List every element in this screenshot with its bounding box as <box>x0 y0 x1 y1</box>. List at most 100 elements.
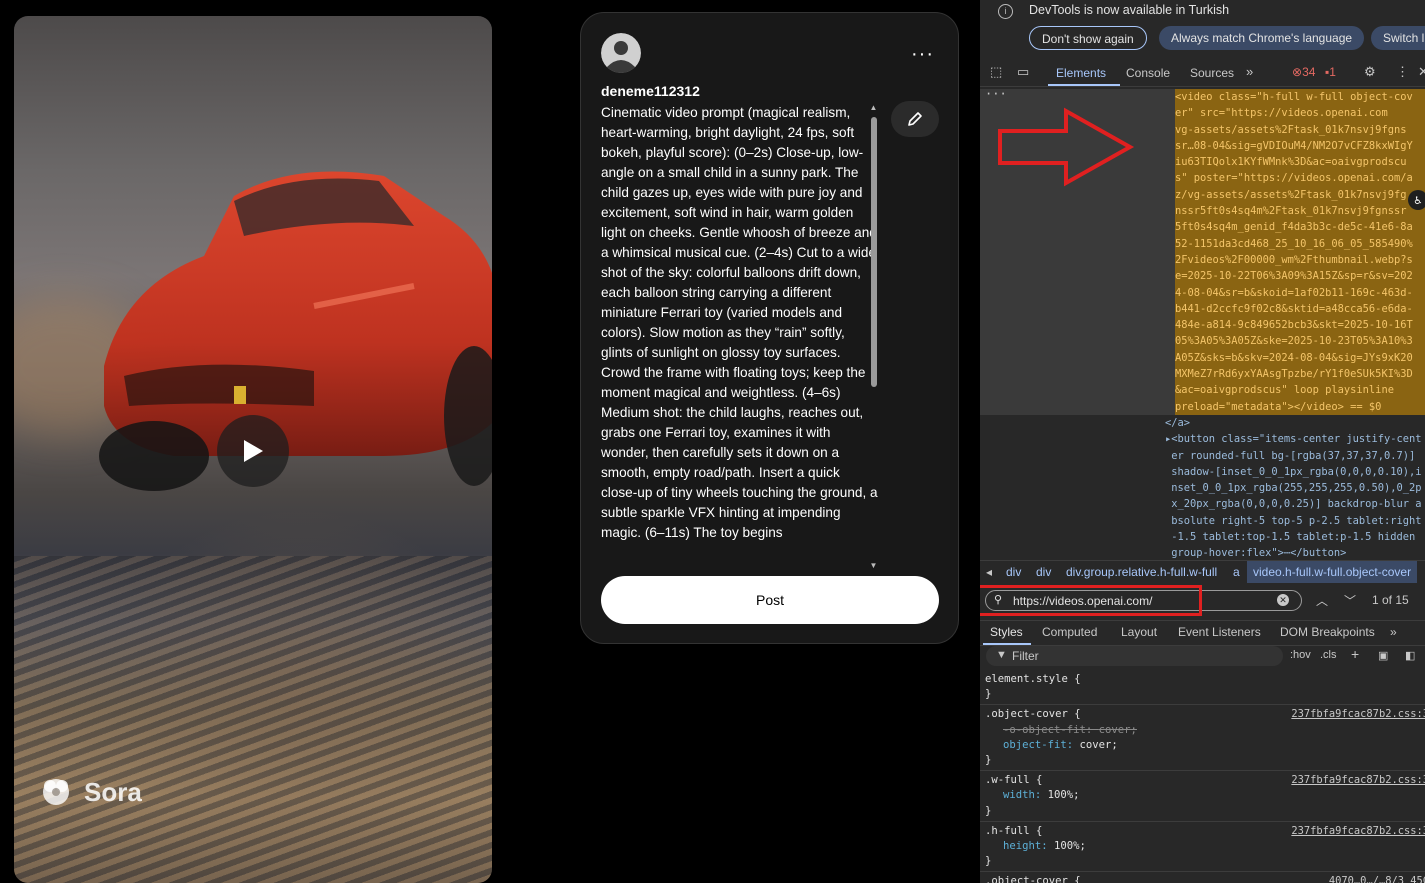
dom-source-line: 4-08-04&sr=b&skoid=1af02b11-169c-463d- <box>1175 284 1425 301</box>
breadcrumb: ◂ div div div.group.relative.h-full.w-fu… <box>980 560 1425 583</box>
info-icon: i <box>998 4 1013 19</box>
edit-prompt-button[interactable] <box>891 101 939 137</box>
tab-layout[interactable]: Layout <box>1121 625 1157 639</box>
dom-source-line: vg-assets/assets%2Ftask_01k7nsvj9fgns <box>1175 121 1425 138</box>
dom-source-line: 05%3A05%3A05Z&ske=2025-10-23T05%3A10%3 <box>1175 333 1425 350</box>
composer-card: ··· deneme112312 Cinematic video prompt … <box>580 12 959 644</box>
dont-show-again-button[interactable]: Don't show again <box>1029 26 1147 50</box>
scroll-up-arrow-icon[interactable]: ▲ <box>868 103 879 113</box>
dom-source-line: s" poster="https://videos.openai.com/a <box>1175 170 1425 187</box>
more-options-button[interactable]: ··· <box>911 43 934 66</box>
infobar-message: DevTools is now available in Turkish <box>1029 3 1230 17</box>
hover-state-toggle[interactable]: :hov <box>1290 649 1311 661</box>
rule-property[interactable]: width: 100%; <box>985 788 1420 803</box>
post-button[interactable]: Post <box>601 576 939 624</box>
rule-close-brace: } <box>985 855 992 868</box>
video-element-source[interactable]: <video class="h-full w-full object-cov er… <box>1175 89 1425 415</box>
styles-filter-row: ▼ Filter :hov .cls + ▣ ◧ <box>980 646 1425 668</box>
active-tab-indicator <box>1048 84 1120 86</box>
close-devtools-icon[interactable]: ✕ <box>1418 64 1425 80</box>
dom-source-line: b441-d2ccfc9f02c8&sktid=a48cca56-e6da- <box>1175 300 1425 318</box>
devtools-panel: i DevTools is now available in Turkish D… <box>980 0 1425 883</box>
dom-following-nodes[interactable]: </a> ▸<button class="items-center justify… <box>1165 415 1425 562</box>
next-match-icon[interactable]: ﹀ <box>1344 592 1356 609</box>
rule-source-link[interactable]: 4070…0…/…8/3 45C <box>1329 874 1425 883</box>
switch-language-button[interactable]: Switch l <box>1371 26 1425 50</box>
toggle-sidebar-icon[interactable]: ◧ <box>1405 649 1415 662</box>
tab-console[interactable]: Console <box>1126 66 1170 80</box>
more-styles-tabs-chevron-icon[interactable]: » <box>1390 625 1397 639</box>
dom-source-line: z/vg-assets/assets%2Ftask_01k7nsvj9fg <box>1175 186 1425 204</box>
dom-source-line: ▸<button class="items-center justify-cen… <box>1165 433 1422 446</box>
style-rule[interactable]: .object-cover {237fbfa9fcac87b2.css:3 -o-… <box>980 705 1425 772</box>
pencil-icon <box>908 112 922 126</box>
prompt-text: Cinematic video prompt (magical realism,… <box>601 105 878 540</box>
accessibility-icon[interactable]: ♿ <box>1408 190 1425 210</box>
dom-source-line: MXMeZ7rRd6yxYAAsgTpzbe/rY1f0eSUk5KI%3D <box>1175 366 1425 383</box>
rule-source-link[interactable]: 237fbfa9fcac87b2.css:3 <box>1291 824 1425 839</box>
filter-icon: ▼ <box>996 649 1007 661</box>
scrollbar-thumb[interactable] <box>871 117 877 387</box>
rule-close-brace: } <box>985 804 992 817</box>
tab-styles[interactable]: Styles <box>990 625 1023 639</box>
dom-source-line: er rounded-full bg-[rgba(37,37,37,0.7)] <box>1165 449 1416 462</box>
new-style-rule-icon[interactable]: + <box>1351 646 1359 662</box>
more-tabs-chevron-icon[interactable]: » <box>1246 64 1253 79</box>
scroll-down-arrow-icon[interactable]: ▼ <box>868 561 879 571</box>
styles-tabbar: Styles Computed Layout Event Listeners D… <box>980 620 1425 646</box>
red-arrow-annotation-icon <box>998 107 1135 187</box>
rule-property[interactable]: object-fit: cover; <box>985 738 1420 753</box>
dom-source-line: e=2025-10-22T06%3A09%3A15Z&sp=r&sv=202 <box>1175 268 1425 285</box>
sora-watermark: Sora <box>40 776 142 808</box>
always-match-language-button[interactable]: Always match Chrome's language <box>1159 26 1365 50</box>
warning-count-badge[interactable]: ▪1 <box>1325 65 1336 79</box>
previous-match-icon[interactable]: ︿ <box>1316 592 1328 609</box>
clear-search-icon[interactable]: ✕ <box>1277 594 1289 606</box>
prompt-scrollbar[interactable]: ▲ ▼ <box>868 103 879 571</box>
avatar[interactable] <box>601 33 641 73</box>
tab-elements[interactable]: Elements <box>1056 66 1106 80</box>
settings-gear-icon[interactable]: ⚙ <box>1364 64 1376 80</box>
rule-property[interactable]: -o-object-fit: cover; <box>985 723 1420 738</box>
breadcrumb-item[interactable]: a <box>1233 565 1240 579</box>
video-player[interactable]: Sora <box>14 16 492 883</box>
rule-close-brace: } <box>985 754 992 767</box>
prompt-text-area[interactable]: Cinematic video prompt (magical realism,… <box>601 103 879 571</box>
play-button[interactable] <box>217 415 289 487</box>
dom-source-line: preload="metadata"></video> == $0 <box>1175 398 1425 415</box>
node-ellipsis-icon[interactable]: ··· <box>985 87 1007 101</box>
tab-sources[interactable]: Sources <box>1190 66 1234 80</box>
inspect-element-icon[interactable]: ⬚ <box>990 64 1002 80</box>
style-rules-list[interactable]: element.style {} .object-cover {237fbfa9f… <box>980 670 1425 883</box>
dom-source-line: nssr5ft0s4sq4m%2Ftask_01k7nsvj9fgnssr <box>1175 203 1425 220</box>
style-rule[interactable]: .object-cover {4070…0…/…8/3 45C <box>980 872 1425 883</box>
style-rule[interactable]: .h-full {237fbfa9fcac87b2.css:3 height: 1… <box>980 822 1425 873</box>
tab-dom-breakpoints[interactable]: DOM Breakpoints <box>1280 625 1375 639</box>
error-count-badge[interactable]: ⊗34 <box>1292 65 1315 79</box>
dom-source-line: sr…08-04&sig=gVDIOuM4/NM2O7vCFZ8kxWIgY <box>1175 137 1425 155</box>
style-rule[interactable]: .w-full {237fbfa9fcac87b2.css:3 width: 10… <box>980 771 1425 822</box>
rule-source-link[interactable]: 237fbfa9fcac87b2.css:3 <box>1291 773 1425 788</box>
dom-source-line: er" src="https://videos.openai.com <box>1175 105 1425 122</box>
tab-computed[interactable]: Computed <box>1042 625 1097 639</box>
breadcrumb-item[interactable]: div <box>1036 565 1051 579</box>
elements-tree[interactable]: ··· <video class="h-full w-full object-c… <box>980 87 1425 560</box>
rule-property[interactable]: height: 100%; <box>985 839 1420 854</box>
dom-source-line: &ac=oaivgprodscus" loop playsinline <box>1175 382 1425 399</box>
rule-source-link[interactable]: 237fbfa9fcac87b2.css:3 <box>1291 707 1425 722</box>
style-rule[interactable]: element.style {} <box>980 670 1425 706</box>
device-toolbar-icon[interactable]: ▭ <box>1017 64 1029 80</box>
styles-filter-input[interactable]: ▼ Filter <box>986 646 1283 666</box>
breadcrumb-item[interactable]: div <box>1006 565 1021 579</box>
tab-event-listeners[interactable]: Event Listeners <box>1178 625 1261 639</box>
class-toggle[interactable]: .cls <box>1320 649 1337 661</box>
dom-source-line: iu63TIQolx1KYfWMnk%3D&ac=oaivgprodscu <box>1175 154 1425 171</box>
user-avatar-icon <box>601 33 641 73</box>
paint-bucket-icon[interactable]: ▣ <box>1378 649 1388 662</box>
breadcrumb-item[interactable]: div.group.relative.h-full.w-full <box>1066 565 1217 579</box>
dom-source-line: A05Z&sks=b&skv=2024-08-04&sig=JYs9xK20 <box>1175 349 1425 367</box>
breadcrumb-scroll-left-icon[interactable]: ◂ <box>986 565 992 579</box>
breadcrumb-item-selected[interactable]: video.h-full.w-full.object-cover <box>1247 561 1418 583</box>
kebab-menu-icon[interactable]: ⋮ <box>1396 64 1409 80</box>
active-styles-tab-indicator <box>983 643 1031 645</box>
